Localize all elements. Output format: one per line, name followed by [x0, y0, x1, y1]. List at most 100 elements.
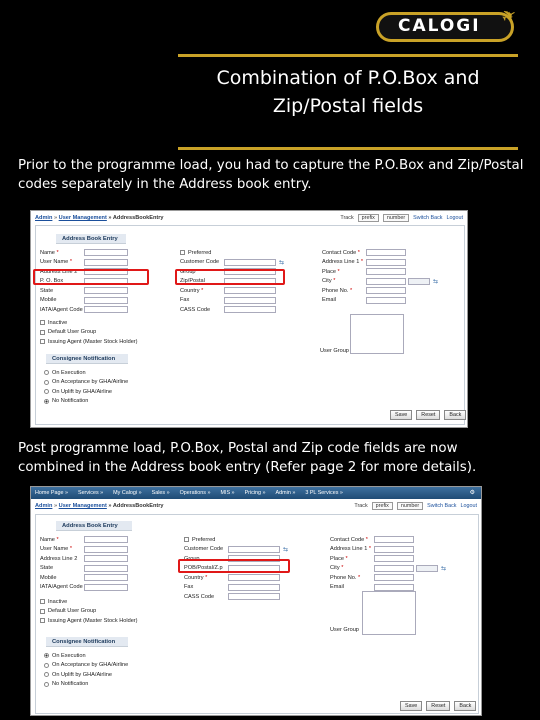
- breadcrumb: Admin » User Management » AddressBookEnt…: [35, 503, 164, 509]
- contact-code-input[interactable]: [366, 249, 406, 257]
- country-label: Country *: [184, 574, 208, 581]
- on-execution-radio[interactable]: [44, 370, 49, 376]
- username-input[interactable]: [84, 258, 128, 266]
- city-lookup-icon[interactable]: ⇆: [441, 565, 446, 572]
- contact-code-input[interactable]: [374, 536, 414, 544]
- address-line-1-input[interactable]: [366, 258, 406, 266]
- issuing-agent-checkbox[interactable]: [40, 339, 45, 345]
- city-code-input[interactable]: [408, 277, 430, 285]
- phone-input[interactable]: [366, 287, 406, 295]
- default-group-checkbox[interactable]: [40, 329, 45, 335]
- customer-code-input[interactable]: [224, 258, 276, 266]
- notification-options: On Execution On Acceptance by GHA/Airlin…: [44, 651, 128, 689]
- mobile-input[interactable]: [84, 574, 128, 582]
- city-input[interactable]: [366, 277, 406, 285]
- state-input[interactable]: [84, 564, 128, 572]
- nav-operations[interactable]: Operations »: [180, 490, 211, 496]
- nav-pricing[interactable]: Pricing »: [245, 490, 266, 496]
- no-notification-label: No Notification: [52, 398, 89, 405]
- cass-code-label: CASS Code: [184, 593, 215, 600]
- cass-code-input[interactable]: [224, 306, 276, 314]
- save-button[interactable]: Save: [400, 701, 423, 711]
- settings-icon[interactable]: ⚙: [470, 489, 475, 496]
- no-notification-radio[interactable]: [44, 681, 49, 687]
- issuing-agent-checkbox[interactable]: [40, 618, 45, 624]
- name-input[interactable]: [84, 249, 128, 257]
- prefix-input[interactable]: prefix: [371, 502, 393, 510]
- options-checks: Inactive Default User Group Issuing Agen…: [40, 597, 138, 626]
- customer-code-input[interactable]: [228, 545, 280, 553]
- nav-3pl-services[interactable]: 3 PL Services »: [305, 490, 343, 496]
- address-line-1-input[interactable]: [374, 545, 414, 553]
- number-input[interactable]: number: [382, 214, 410, 222]
- city-lookup-icon[interactable]: ⇆: [433, 278, 438, 285]
- address-line-2-input[interactable]: [84, 555, 128, 563]
- iata-input[interactable]: [84, 583, 128, 591]
- user-group-list[interactable]: [350, 314, 404, 354]
- email-input[interactable]: [366, 296, 406, 304]
- lookup-icon[interactable]: ⇆: [279, 259, 284, 266]
- on-acceptance-radio[interactable]: [44, 662, 49, 668]
- place-label: Place *: [322, 268, 340, 275]
- default-group-checkbox[interactable]: [40, 608, 45, 614]
- city-input[interactable]: [374, 564, 414, 572]
- state-input[interactable]: [84, 287, 128, 295]
- place-label: Place *: [330, 555, 348, 562]
- place-input[interactable]: [374, 555, 414, 563]
- lookup-icon[interactable]: ⇆: [283, 546, 288, 553]
- name-input[interactable]: [84, 536, 128, 544]
- on-acceptance-radio[interactable]: [44, 379, 49, 385]
- place-input[interactable]: [366, 268, 406, 276]
- preferred-checkbox[interactable]: [184, 537, 189, 543]
- nav-services[interactable]: Services »: [78, 490, 103, 496]
- city-code-input[interactable]: [416, 564, 438, 572]
- reset-button[interactable]: Reset: [426, 701, 451, 711]
- nav-admin[interactable]: Admin »: [276, 490, 296, 496]
- preferred-checkbox[interactable]: [180, 250, 185, 256]
- breadcrumb-user-management[interactable]: User Management: [59, 215, 107, 221]
- country-select[interactable]: [224, 287, 276, 295]
- inactive-checkbox[interactable]: [40, 320, 45, 326]
- user-group-list[interactable]: [362, 591, 416, 635]
- inactive-checkbox[interactable]: [40, 599, 45, 605]
- fax-label: Fax: [184, 584, 194, 591]
- logout-link[interactable]: Logout: [461, 503, 478, 509]
- breadcrumb-page: » AddressBookEntry: [108, 503, 164, 509]
- switch-back-link[interactable]: Switch Back: [413, 215, 442, 221]
- phone-input[interactable]: [374, 574, 414, 582]
- username-input[interactable]: [84, 545, 128, 553]
- inactive-label: Inactive: [48, 598, 68, 605]
- prefix-input[interactable]: prefix: [357, 214, 379, 222]
- mobile-input[interactable]: [84, 296, 128, 304]
- number-input[interactable]: number: [396, 502, 424, 510]
- logout-link[interactable]: Logout: [447, 215, 464, 221]
- nav-sales[interactable]: Sales »: [152, 490, 170, 496]
- no-notification-label: No Notification: [52, 681, 89, 688]
- username-label: User Name *: [40, 546, 73, 553]
- nav-home[interactable]: Home Page »: [35, 490, 68, 496]
- nav-my-calogi[interactable]: My Calogi »: [113, 490, 141, 496]
- switch-back-link[interactable]: Switch Back: [427, 503, 456, 509]
- no-notification-radio[interactable]: [44, 398, 49, 404]
- back-button[interactable]: Back: [444, 410, 467, 420]
- breadcrumb-user-management[interactable]: User Management: [59, 503, 107, 509]
- on-uplift-radio[interactable]: [44, 389, 49, 395]
- cass-code-input[interactable]: [228, 593, 280, 601]
- breadcrumb-admin[interactable]: Admin: [35, 503, 52, 509]
- on-uplift-radio[interactable]: [44, 672, 49, 678]
- main-navbar: Home Page » Services » My Calogi » Sales…: [31, 487, 481, 499]
- country-select[interactable]: [228, 574, 280, 582]
- iata-input[interactable]: [84, 306, 128, 314]
- breadcrumb-page: » AddressBookEntry: [108, 215, 164, 221]
- nav-mis[interactable]: MIS »: [220, 490, 234, 496]
- reset-button[interactable]: Reset: [416, 410, 441, 420]
- fax-input[interactable]: [224, 296, 276, 304]
- on-execution-radio[interactable]: [44, 653, 49, 659]
- back-button[interactable]: Back: [454, 701, 477, 711]
- logo-text: CALOGI: [398, 16, 481, 36]
- issuing-agent-label: Issuing Agent (Master Stock Holder): [48, 338, 138, 345]
- save-button[interactable]: Save: [390, 410, 413, 420]
- email-input[interactable]: [374, 583, 414, 591]
- fax-input[interactable]: [228, 583, 280, 591]
- breadcrumb-admin[interactable]: Admin: [35, 215, 52, 221]
